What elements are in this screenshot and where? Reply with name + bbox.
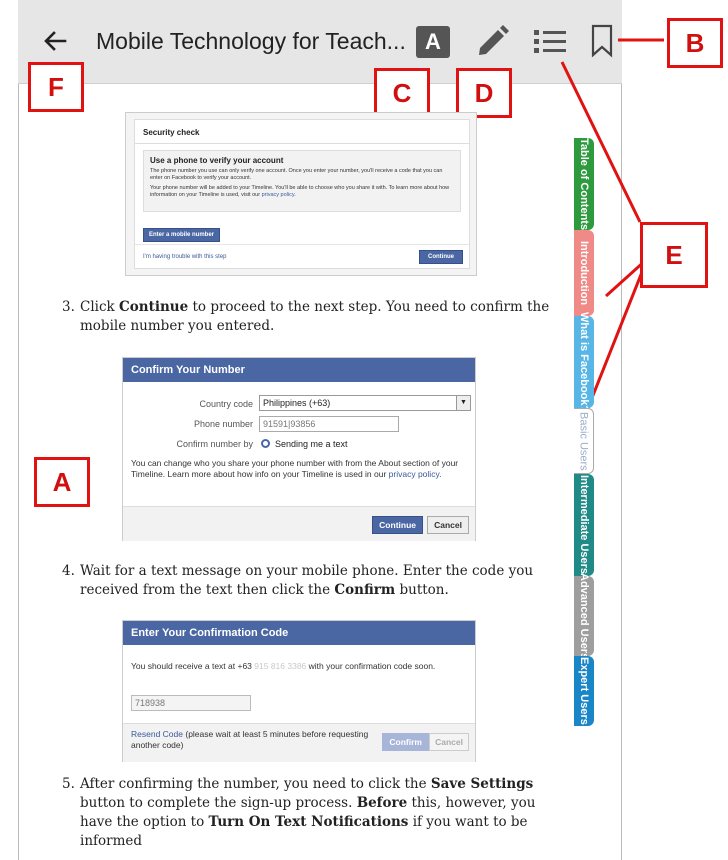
tab-label: Introduction — [578, 240, 590, 306]
trouble-link[interactable]: I'm having trouble with this step — [143, 254, 227, 260]
confirm-by-option[interactable]: Sending me a text — [261, 437, 348, 451]
step-number: 4. — [62, 563, 75, 579]
blurred-phone-number: 915 816 3386 — [254, 661, 307, 671]
confirm-number-title: Confirm Your Number — [123, 358, 475, 382]
tab-label: Table of Contents — [578, 137, 590, 231]
step-text: button. — [399, 582, 449, 598]
tab-intermediate-users[interactable]: Intermediate Users — [574, 474, 594, 576]
confirmation-code-input[interactable]: 718938 — [131, 695, 251, 711]
tab-expert-users[interactable]: Expert Users — [574, 656, 594, 726]
callout-a: A — [34, 457, 90, 507]
callout-c: C — [374, 68, 430, 118]
confirm-number-continue-button[interactable]: Continue — [372, 516, 423, 534]
step-bold-text: Confirm — [334, 582, 396, 598]
verify-heading: Use a phone to verify your account — [150, 156, 284, 165]
tab-advanced-users[interactable]: Advanced Users — [574, 572, 594, 660]
step-text: Wait for a text message on your mobile p… — [80, 563, 534, 598]
step-bold-text: Before — [356, 795, 408, 811]
step-number: 5. — [62, 776, 75, 792]
confirm-number-screenshot: Confirm Your Number Country code Phone n… — [122, 357, 476, 541]
verify-paragraph-1: The phone number you use can only verify… — [150, 168, 443, 181]
step-bold-text: Turn On Text Notifications — [208, 814, 409, 830]
tab-introduction[interactable]: Introduction — [574, 230, 594, 316]
confirm-code-cancel-button[interactable]: Cancel — [429, 733, 469, 751]
callout-f: F — [28, 62, 84, 112]
tab-label: Basic Users — [577, 411, 590, 471]
callout-b: B — [667, 18, 723, 68]
phone-number-input[interactable]: 91591|93856 — [259, 416, 399, 432]
callout-e: E — [640, 222, 708, 288]
verify-paragraph-2: Your phone number will be added to your … — [150, 185, 450, 198]
confirmation-message: with your confirmation code soon. — [308, 661, 436, 671]
callout-d: D — [456, 68, 512, 118]
dropdown-arrow-icon: ▼ — [456, 396, 470, 410]
step-5: 5. After confirming the number, you need… — [62, 775, 556, 851]
enter-mobile-number-button[interactable]: Enter a mobile number — [143, 228, 221, 242]
tab-label: Intermediate Users — [578, 475, 590, 575]
resend-code-link[interactable]: Resend Code — [131, 729, 183, 739]
confirmation-message: You should receive a text at +63 — [131, 661, 252, 671]
phone-number-value: 91591|93856 — [263, 419, 316, 429]
confirm-number-cancel-button[interactable]: Cancel — [427, 516, 469, 534]
country-code-value: Philippines (+63) — [263, 398, 331, 408]
confirm-by-label: Confirm number by — [176, 439, 253, 449]
tab-label: What is Facebook? — [578, 311, 590, 413]
privacy-policy-link[interactable]: privacy policy — [389, 469, 439, 479]
security-continue-button[interactable]: Continue — [419, 250, 463, 264]
confirmation-code-value: 718938 — [135, 698, 166, 708]
phone-number-label: Phone number — [193, 419, 253, 429]
step-3: 3. Click Continue to proceed to the next… — [62, 298, 556, 336]
country-code-select[interactable]: Philippines (+63) ▼ — [259, 395, 471, 411]
step-bold-text: Continue — [119, 299, 189, 315]
confirmation-code-screenshot: Enter Your Confirmation Code You should … — [122, 620, 476, 762]
step-text: button to complete the sign-up process. — [80, 795, 353, 811]
step-text: After confirming the number, you need to… — [80, 776, 427, 792]
radio-selected-icon — [261, 439, 270, 448]
tab-what-is-facebook[interactable]: What is Facebook? — [574, 312, 594, 412]
step-bold-text: Save Settings — [430, 776, 534, 792]
country-code-label: Country code — [199, 399, 253, 409]
tab-basic-users[interactable]: Basic Users — [574, 408, 594, 474]
step-text: Click — [80, 299, 115, 315]
confirm-code-button[interactable]: Confirm — [382, 733, 429, 751]
step-number: 3. — [62, 299, 75, 315]
confirm-by-value: Sending me a text — [275, 439, 348, 449]
tab-label: Expert Users — [578, 657, 590, 725]
security-check-title: Security check — [135, 120, 469, 144]
security-check-screenshot: Security check Use a phone to verify you… — [125, 112, 477, 276]
step-4: 4. Wait for a text message on your mobil… — [62, 562, 556, 600]
confirmation-code-title: Enter Your Confirmation Code — [123, 621, 475, 645]
privacy-policy-link[interactable]: privacy policy — [262, 192, 295, 198]
tab-table-of-contents[interactable]: Table of Contents — [574, 138, 594, 230]
tab-label: Advanced Users — [578, 572, 590, 660]
